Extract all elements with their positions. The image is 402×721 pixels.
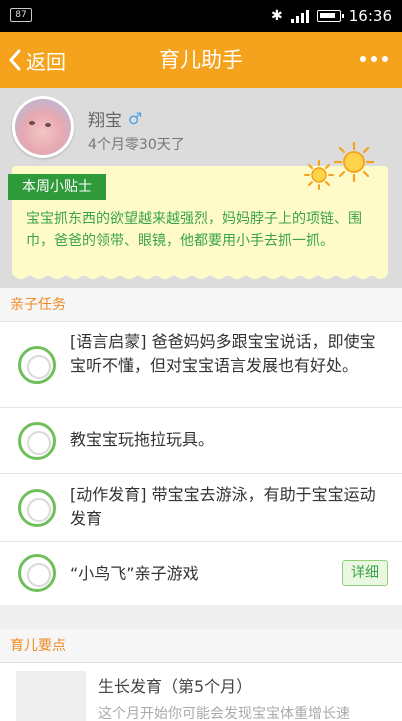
status-bar: 87 ✱ 16:36 bbox=[0, 0, 402, 32]
task-text: [动作发育] 带宝宝去游泳，有助于宝宝运动发育 bbox=[70, 485, 376, 528]
bluetooth-icon: ✱ bbox=[271, 8, 283, 24]
avatar[interactable] bbox=[12, 96, 74, 158]
list-item[interactable]: 教宝宝玩拖拉玩具。 bbox=[0, 408, 402, 474]
tips-text: 宝宝抓东西的欲望越来越强烈，妈妈脖子上的项链、围巾，爸爸的领带、眼镜，他都要用小… bbox=[26, 211, 362, 249]
wavy-edge bbox=[12, 274, 388, 279]
essentials-section-header: 育儿要点 bbox=[0, 629, 402, 663]
task-text: [语言启蒙] 爸爸妈妈多跟宝宝说话，即使宝宝听不懂，但对宝宝语言发展也有好处。 bbox=[70, 332, 376, 375]
title-bar: 返回 育儿助手 bbox=[0, 32, 402, 88]
status-time: 16:36 bbox=[348, 7, 392, 25]
article-snippet: 这个月开始你可能会发现宝宝体重增长速 bbox=[98, 706, 350, 721]
task-checkbox[interactable] bbox=[18, 422, 56, 460]
task-checkbox[interactable] bbox=[18, 346, 56, 384]
tasks-section-header: 亲子任务 bbox=[0, 288, 402, 322]
baby-age: 4个月零30天了 bbox=[88, 137, 185, 153]
battery-icon bbox=[316, 10, 344, 22]
essentials-list: 生长发育（第5个月） 这个月开始你可能会发现宝宝体重增长速 bbox=[0, 663, 402, 721]
baby-name: 翔宝 ♂ bbox=[88, 106, 142, 131]
profile-section: 翔宝 ♂ 4个月零30天了 本周小贴士 宝宝抓东西的欲望越来越强烈，妈妈脖子上的… bbox=[0, 88, 402, 294]
task-checkbox[interactable] bbox=[18, 489, 56, 527]
sun-icon bbox=[334, 142, 374, 182]
list-item[interactable]: “小鸟飞”亲子游戏 详细 bbox=[0, 542, 402, 605]
sun-icon bbox=[304, 160, 334, 190]
page-title: 育儿助手 bbox=[159, 48, 243, 72]
article-thumbnail bbox=[16, 671, 86, 721]
tasks-heading: 亲子任务 bbox=[10, 297, 66, 313]
notification-badge: 87 bbox=[10, 8, 32, 22]
signal-icon bbox=[290, 9, 309, 23]
task-text: “小鸟飞”亲子游戏 bbox=[70, 564, 199, 583]
more-options-icon[interactable] bbox=[360, 56, 388, 62]
detail-button[interactable]: 详细 bbox=[342, 560, 388, 586]
article-title: 生长发育（第5个月） bbox=[98, 677, 253, 696]
male-symbol-icon: ♂ bbox=[128, 109, 143, 128]
section-gap bbox=[0, 605, 402, 629]
list-item[interactable]: [语言启蒙] 爸爸妈妈多跟宝宝说话，即使宝宝听不懂，但对宝宝语言发展也有好处。 bbox=[0, 322, 402, 408]
tasks-list: [语言启蒙] 爸爸妈妈多跟宝宝说话，即使宝宝听不懂，但对宝宝语言发展也有好处。 … bbox=[0, 322, 402, 605]
list-item[interactable]: [动作发育] 带宝宝去游泳，有助于宝宝运动发育 bbox=[0, 474, 402, 542]
baby-name-text: 翔宝 bbox=[88, 111, 122, 131]
task-text: 教宝宝玩拖拉玩具。 bbox=[70, 430, 215, 449]
essentials-heading: 育儿要点 bbox=[10, 638, 66, 654]
task-checkbox[interactable] bbox=[18, 554, 56, 592]
tips-label: 本周小贴士 bbox=[8, 174, 106, 200]
status-icons: ✱ 16:36 bbox=[271, 6, 392, 26]
